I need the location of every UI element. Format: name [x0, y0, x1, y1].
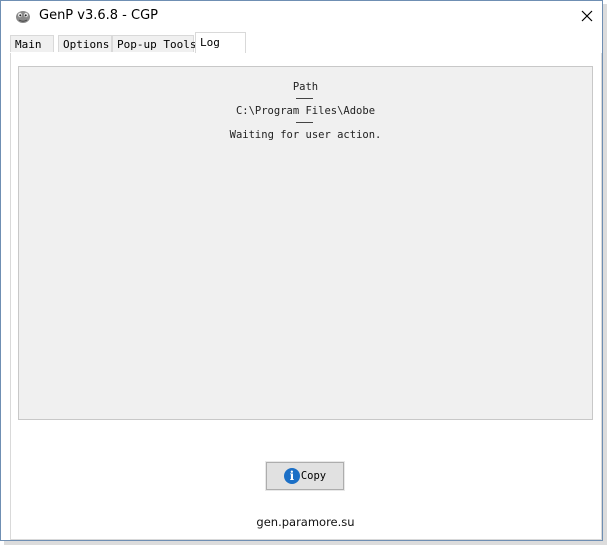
log-status: Waiting for user action. — [229, 129, 382, 141]
tab-label: Main — [15, 38, 42, 51]
tab-strip: Main Options Pop-up Tools Log — [10, 32, 602, 54]
log-heading: Path — [292, 81, 319, 93]
close-icon — [581, 10, 593, 22]
copy-button-label: Copy — [300, 470, 327, 482]
window-title: GenP v3.6.8 - CGP — [39, 8, 158, 23]
footer-link[interactable]: gen.paramore.su — [0, 515, 611, 529]
close-button[interactable] — [575, 5, 599, 27]
tab-label: Options — [63, 38, 110, 51]
tab-label: Pop-up Tools — [117, 38, 197, 51]
info-icon: i — [283, 468, 300, 484]
log-output[interactable]: Path C:\Program Files\Adobe Waiting for … — [18, 66, 593, 420]
copy-button[interactable]: i Copy — [265, 461, 345, 491]
tab-log[interactable]: Log — [195, 32, 246, 54]
app-icon — [15, 9, 31, 24]
log-separator — [296, 98, 313, 99]
log-path: C:\Program Files\Adobe — [235, 105, 376, 117]
tab-main[interactable]: Main — [10, 35, 54, 52]
tab-label: Log — [200, 36, 220, 49]
log-separator — [296, 122, 313, 123]
tab-options[interactable]: Options — [58, 35, 112, 52]
title-bar[interactable]: GenP v3.6.8 - CGP — [1, 1, 602, 32]
tab-pop-up-tools[interactable]: Pop-up Tools — [112, 35, 197, 52]
